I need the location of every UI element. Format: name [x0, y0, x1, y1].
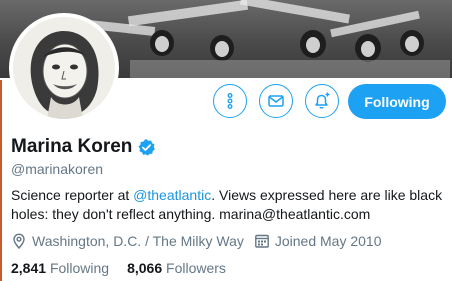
bio-mention-link[interactable]: @theatlantic: [133, 187, 211, 203]
followers-stat[interactable]: 8,066 Followers: [127, 260, 226, 276]
following-label: Following: [49, 260, 110, 276]
profile-avatar[interactable]: [9, 13, 119, 123]
window-edge: [0, 80, 2, 281]
location-pin-icon: [13, 233, 25, 249]
display-name: Marina Koren: [11, 136, 133, 157]
avatar-image: [13, 17, 115, 119]
follow-stats: 2,841 Following 8,066 Followers: [11, 260, 244, 276]
more-button[interactable]: [213, 84, 247, 118]
following-button[interactable]: Following: [348, 84, 446, 119]
profile-meta: Washington, D.C. / The Milky Way Joined …: [11, 233, 382, 249]
message-button[interactable]: [259, 84, 293, 118]
location-text: Washington, D.C. / The Milky Way: [32, 233, 244, 249]
followers-label: Followers: [166, 260, 226, 276]
bio-prefix: Science reporter at: [11, 187, 134, 203]
bio: Science reporter at @theatlantic. Views …: [11, 186, 443, 224]
bell-plus-icon: [315, 92, 330, 109]
following-count: 2,841: [11, 260, 47, 276]
verified-badge-icon: [138, 138, 156, 156]
location: Washington, D.C. / The Milky Way: [11, 233, 244, 249]
notifications-button[interactable]: [305, 84, 339, 118]
name-row: Marina Koren: [11, 136, 156, 158]
followers-count: 8,066: [127, 260, 163, 276]
following-stat[interactable]: 2,841 Following: [11, 260, 109, 276]
join-date-text: Joined May 2010: [274, 233, 382, 249]
calendar-icon: [254, 234, 269, 248]
join-date: Joined May 2010: [254, 233, 382, 249]
envelope-icon: [268, 95, 284, 107]
handle: @marinakoren: [11, 161, 104, 177]
more-vertical-icon: [227, 93, 233, 109]
